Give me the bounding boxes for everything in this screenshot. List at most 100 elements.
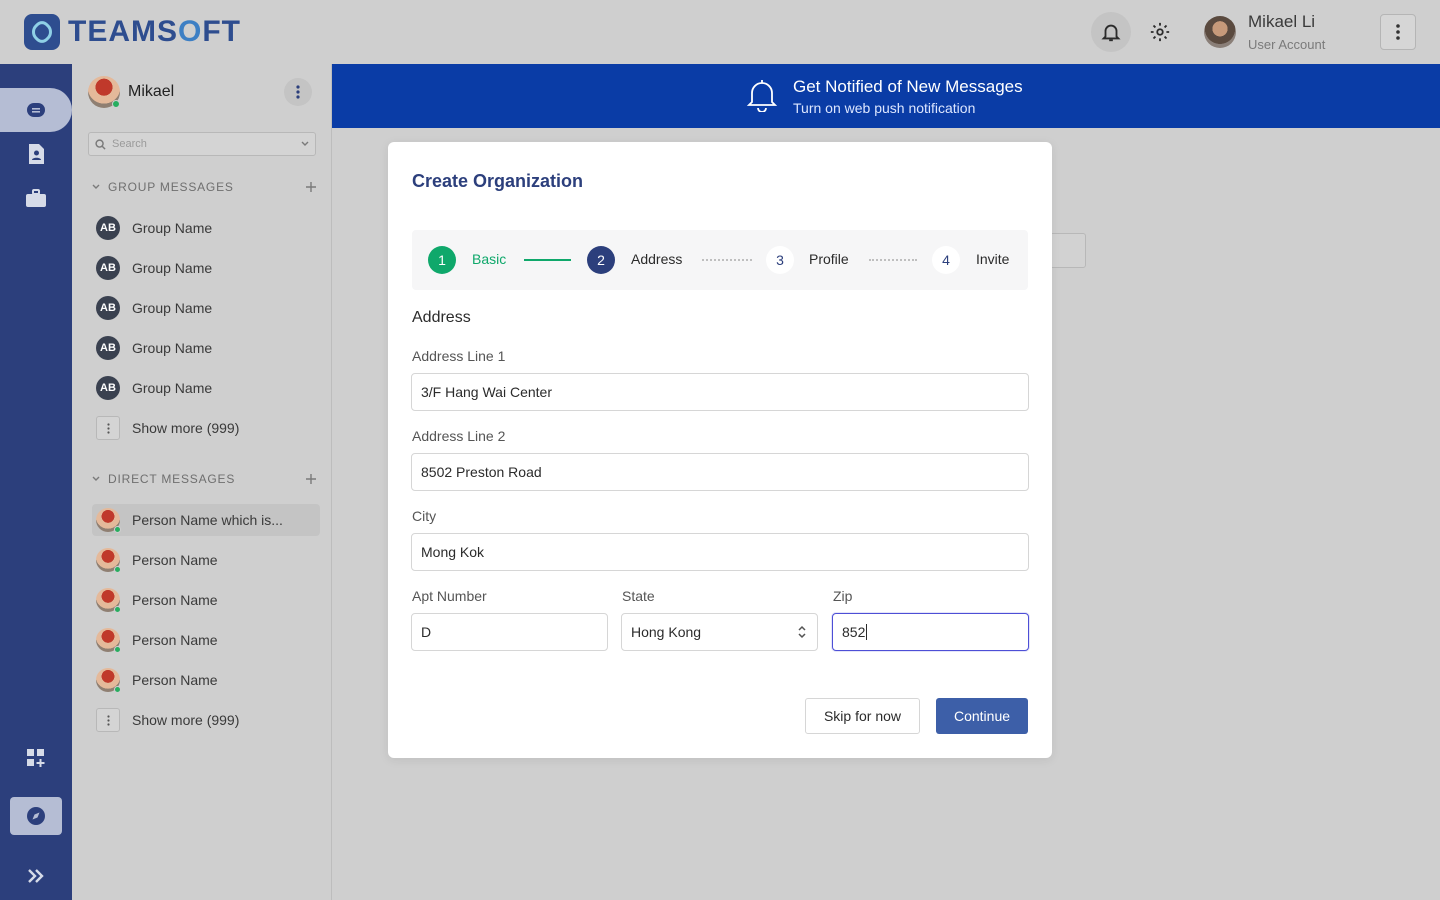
group-avatar: AB — [96, 296, 120, 320]
stepper: 1 Basic 2 Address 3 Profile 4 Invite — [412, 230, 1028, 290]
step-1-label[interactable]: Basic — [472, 251, 506, 267]
sidebar-user-avatar[interactable] — [88, 76, 120, 108]
group-name: Group Name — [132, 340, 213, 356]
chevron-down-icon — [92, 184, 100, 189]
apt-number-input[interactable]: D — [411, 613, 608, 651]
direct-item[interactable]: Person Name — [92, 624, 320, 656]
person-name: Person Name — [132, 632, 218, 648]
group-item[interactable]: AB Group Name — [92, 292, 320, 324]
rail-messages-button[interactable] — [14, 92, 58, 128]
banner-subtitle: Turn on web push notification — [793, 100, 976, 116]
person-avatar — [96, 668, 121, 693]
group-messages-header[interactable]: GROUP MESSAGES — [92, 180, 316, 194]
notifications-button[interactable] — [1091, 12, 1131, 52]
app-logo[interactable]: TEAMSOFT — [24, 14, 241, 50]
step-1-number[interactable]: 1 — [428, 246, 456, 274]
section-title: Address — [412, 309, 471, 326]
group-name: Group Name — [132, 300, 213, 316]
bell-outline-icon — [746, 80, 778, 112]
user-avatar[interactable] — [1204, 16, 1236, 48]
person-avatar — [96, 548, 121, 573]
state-select[interactable]: Hong Kong — [621, 613, 818, 651]
direct-item[interactable]: Person Name — [92, 584, 320, 616]
logo-mark-icon — [24, 14, 60, 50]
chevron-down-icon — [92, 476, 100, 481]
address-line2-label: Address Line 2 — [412, 428, 506, 444]
group-avatar: AB — [96, 376, 120, 400]
top-bar: TEAMSOFT Mikael Li User Account — [0, 0, 1440, 64]
section-label: GROUP MESSAGES — [108, 180, 234, 194]
kebab-icon — [1396, 24, 1400, 40]
address-line1-label: Address Line 1 — [412, 348, 506, 364]
group-avatar: AB — [96, 216, 120, 240]
group-item[interactable]: AB Group Name — [92, 372, 320, 404]
add-direct-icon[interactable] — [306, 474, 316, 484]
address-line1-input[interactable]: 3/F Hang Wai Center — [411, 373, 1029, 411]
settings-button[interactable] — [1140, 12, 1180, 52]
step-3-number[interactable]: 3 — [766, 246, 794, 274]
step-3-label[interactable]: Profile — [809, 251, 849, 267]
group-name: Group Name — [132, 260, 213, 276]
groups-show-more[interactable]: Show more (999) — [92, 412, 320, 444]
sidebar-user-name: Mikael — [128, 83, 175, 100]
rail-work-button[interactable] — [14, 180, 58, 216]
direct-item[interactable]: Person Name which is... — [92, 504, 320, 536]
group-name: Group Name — [132, 380, 213, 396]
show-more-label: Show more (999) — [132, 712, 240, 728]
city-label: City — [412, 508, 437, 524]
address-line2-input[interactable]: 8502 Preston Road — [411, 453, 1029, 491]
double-chevron-right-icon — [28, 869, 44, 883]
sidebar-menu-button[interactable] — [284, 78, 312, 106]
more-icon — [96, 416, 120, 440]
modal-title: Create Organization — [412, 171, 584, 191]
select-arrows-icon — [798, 625, 806, 639]
search-placeholder: Search — [112, 138, 147, 150]
step-connector — [869, 259, 917, 261]
rail-add-apps-button[interactable] — [14, 740, 58, 776]
group-avatar: AB — [96, 256, 120, 280]
search-icon — [95, 138, 106, 150]
group-item[interactable]: AB Group Name — [92, 212, 320, 244]
text-caret — [866, 624, 868, 640]
step-4-label[interactable]: Invite — [976, 251, 1009, 267]
person-name: Person Name — [132, 592, 218, 608]
create-organization-modal: Create Organization 1 Basic 2 Address 3 … — [388, 142, 1052, 758]
sidebar-search[interactable]: Search — [88, 132, 316, 156]
direct-item[interactable]: Person Name — [92, 664, 320, 696]
nav-rail — [0, 64, 72, 900]
group-item[interactable]: AB Group Name — [92, 252, 320, 284]
person-name: Person Name which is... — [132, 512, 283, 528]
sidebar-user: Mikael — [88, 76, 174, 108]
compass-icon — [27, 807, 45, 825]
person-avatar — [96, 588, 121, 613]
step-4-number[interactable]: 4 — [932, 246, 960, 274]
rail-explore-button[interactable] — [10, 797, 62, 835]
push-notification-banner[interactable]: Get Notified of New Messages Turn on web… — [332, 64, 1440, 128]
bell-icon — [1101, 24, 1121, 42]
person-avatar — [96, 628, 121, 653]
rail-documents-button[interactable] — [14, 136, 58, 172]
step-2-number[interactable]: 2 — [587, 246, 615, 274]
zip-input[interactable]: 852 — [832, 613, 1029, 651]
more-options-button[interactable] — [1380, 14, 1416, 50]
rail-expand-button[interactable] — [14, 858, 58, 894]
chevron-down-icon — [301, 141, 309, 146]
city-input[interactable]: Mong Kok — [411, 533, 1029, 571]
step-connector — [524, 259, 571, 261]
group-avatar: AB — [96, 336, 120, 360]
direct-messages-header[interactable]: DIRECT MESSAGES — [92, 472, 316, 486]
direct-item[interactable]: Person Name — [92, 544, 320, 576]
briefcase-icon — [26, 189, 46, 207]
section-label: DIRECT MESSAGES — [108, 472, 236, 486]
grid-add-icon — [27, 749, 45, 767]
continue-button[interactable]: Continue — [936, 698, 1028, 734]
kebab-icon — [296, 85, 300, 99]
step-connector — [702, 259, 752, 261]
conversation-sidebar: Mikael Search GROUP MESSAGES AB Group Na… — [72, 64, 332, 900]
group-item[interactable]: AB Group Name — [92, 332, 320, 364]
step-2-label[interactable]: Address — [631, 251, 682, 267]
skip-button[interactable]: Skip for now — [805, 698, 920, 734]
more-icon — [96, 708, 120, 732]
add-group-icon[interactable] — [306, 182, 316, 192]
directs-show-more[interactable]: Show more (999) — [92, 704, 320, 736]
